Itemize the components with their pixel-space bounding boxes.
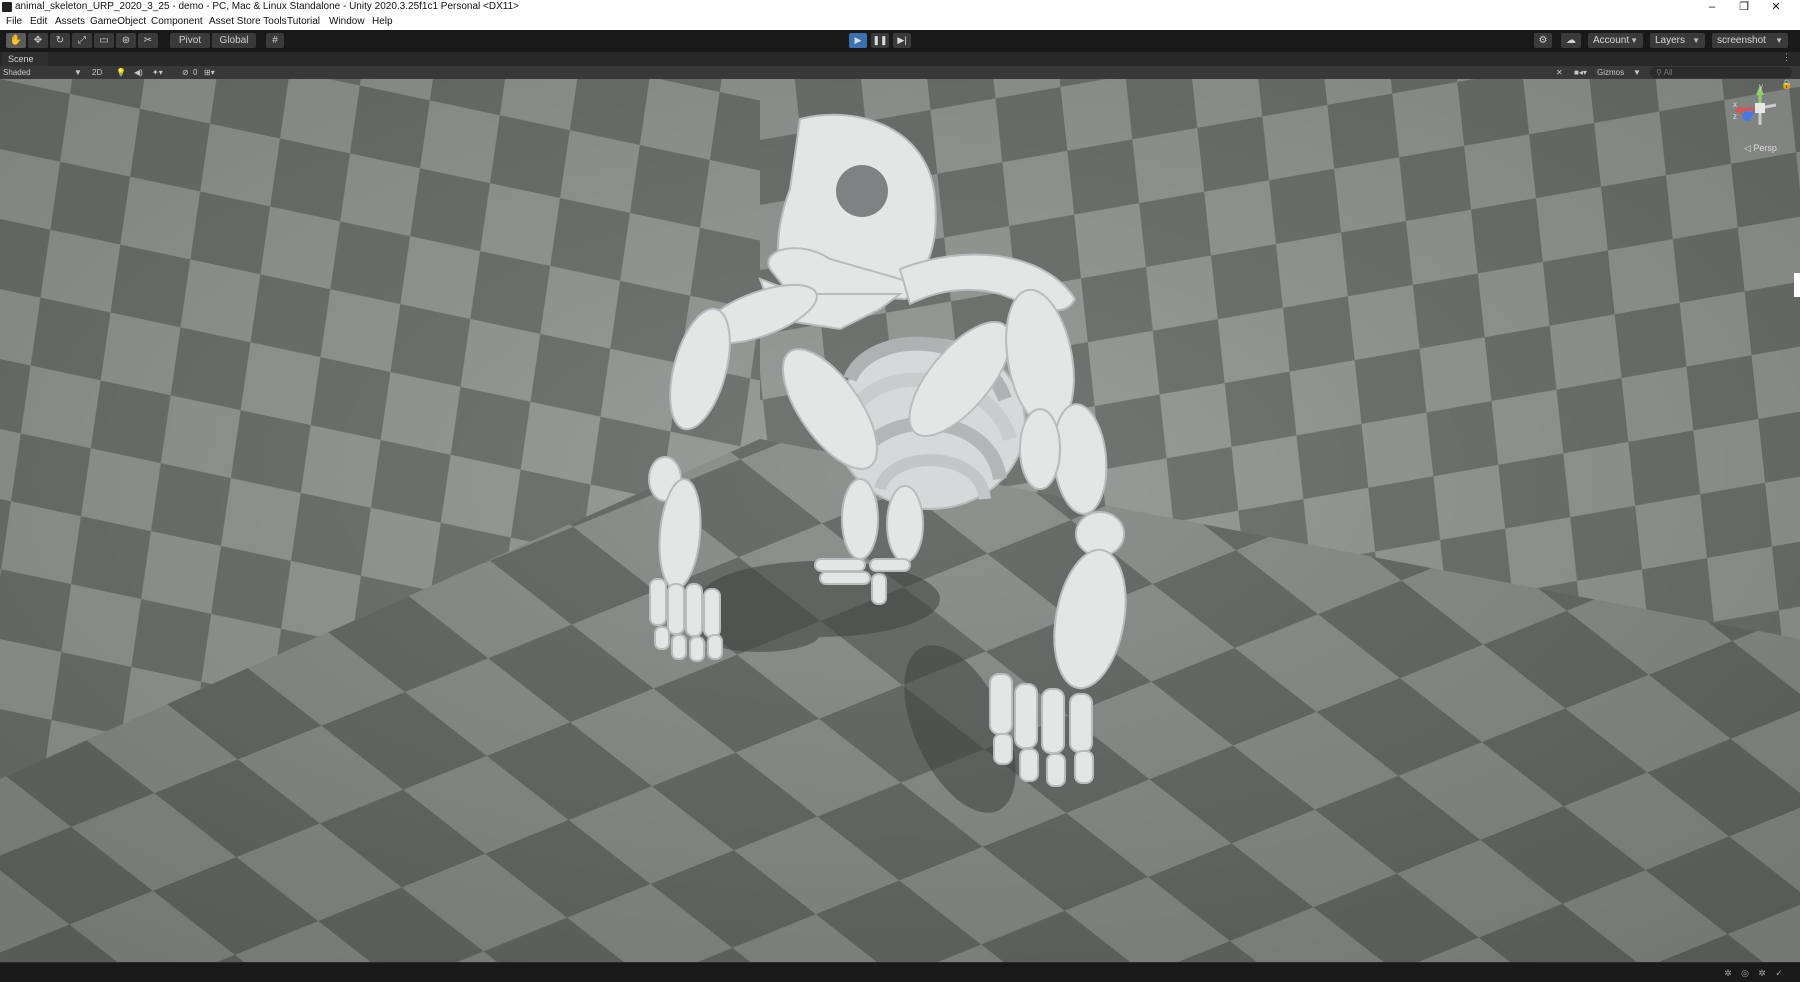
menu-tutorial[interactable]: Tutorial [287,16,320,27]
scene-tab-label: Scene [8,54,34,64]
menu-bar: File Edit Assets GameObject Component As… [0,15,1800,30]
tab-options-icon[interactable]: ⋮ [1782,52,1791,63]
layout-label: screenshot [1717,35,1766,46]
hidden-count: 0 [193,68,198,77]
tab-scene[interactable]: Scene [2,52,48,66]
menu-edit[interactable]: Edit [30,16,47,27]
transform-tool-icon: ⊛ [121,35,131,46]
cloud-icon: ☁ [1566,35,1576,46]
persp-label[interactable]: ◁ Persp [1744,143,1777,154]
global-toggle[interactable]: Global [212,33,256,48]
lock-icon[interactable]: 🔒 [1781,79,1792,90]
gear-icon: ⚙ [1538,35,1548,46]
shading-mode-dropdown[interactable]: Shaded [3,67,31,78]
axis-x-label: x [1733,100,1737,109]
pivot-toggle[interactable]: Pivot [170,33,210,48]
services-button[interactable]: ⚙ [1534,33,1552,48]
grid-snap-icon: # [272,35,278,46]
move-tool-button[interactable]: ✥ [28,33,48,48]
maximize-button[interactable]: ❐ [1730,0,1758,15]
rect-tool-button[interactable]: ▭ [94,33,114,48]
custom-tool-button[interactable]: ✂ [138,33,158,48]
axis-y-label: y [1759,83,1763,91]
scene-tab-row: Scene ⋮ [0,52,1800,66]
chevron-down-icon: ▼ [74,68,82,77]
move-tool-icon: ✥ [33,35,43,46]
axis-z-label: z [1733,112,1737,121]
search-placeholder: All [1663,68,1673,77]
hand-tool-icon: ✋ [9,35,23,46]
menu-gameobject[interactable]: GameObject [90,16,146,27]
menu-asset-store-tools[interactable]: Asset Store Tools [209,16,287,27]
collab-button[interactable]: ☁ [1561,33,1581,48]
menu-window[interactable]: Window [329,16,365,27]
layout-dropdown[interactable]: screenshot ▼ [1712,33,1788,48]
scene-viewport[interactable]: y x z 🔒 ◁ Persp [0,79,1800,962]
menu-help[interactable]: Help [372,16,393,27]
cache-icon[interactable]: ✲ [1757,968,1767,978]
unity-logo-icon [2,2,12,12]
transform-tool-button[interactable]: ⊛ [116,33,136,48]
gizmos-dropdown[interactable]: Gizmos [1597,67,1624,78]
camera-settings-icon[interactable]: ■◂▾ [1574,67,1587,78]
tools-icon[interactable]: ✕ [1556,67,1563,78]
step-button[interactable]: ▶| [893,33,911,48]
effects-toggle-icon[interactable]: ✦▾ [152,67,163,78]
2d-toggle[interactable]: 2D [92,67,102,78]
hidden-objects-icon[interactable]: ⊘ [182,67,189,78]
pause-button[interactable]: ❚❚ [871,33,889,48]
grid-snap-button[interactable]: # [266,33,284,48]
checkmark-icon[interactable]: ✓ [1774,968,1784,978]
menu-assets[interactable]: Assets [55,16,85,27]
menu-component[interactable]: Component [151,16,203,27]
menu-file[interactable]: File [6,16,22,27]
window-title: animal_skeleton_URP_2020_3_25 - demo - P… [15,1,520,12]
account-label: Account [1593,35,1630,46]
global-label: Global [219,35,249,46]
play-button[interactable]: ▶ [849,33,867,48]
rect-tool-icon: ▭ [99,35,109,46]
scene-search-input[interactable]: ⚲ All [1650,67,1792,78]
close-button[interactable]: ✕ [1762,0,1790,15]
scale-tool-button[interactable]: ⤢ [72,33,92,48]
rotate-tool-icon: ↻ [55,35,65,46]
scene-toolbar: Shaded ▼ 2D 💡 ◀) ✦▾ ⊘ 0 ⊞▾ ✕ ■◂▾ Gizmos … [0,66,1800,79]
scene-render [0,79,1800,962]
chevron-down-icon: ▼ [1775,36,1783,45]
scale-tool-icon: ⤢ [78,35,86,46]
pause-icon: ❚❚ [872,35,888,45]
lighting-toggle-icon[interactable]: 💡 [116,67,126,78]
account-dropdown[interactable]: Account ▼ [1588,33,1643,48]
hand-tool-button[interactable]: ✋ [6,33,26,48]
chevron-down-icon: ▼ [1630,36,1638,45]
step-icon: ▶| [897,35,907,45]
rotate-tool-button[interactable]: ↻ [50,33,70,48]
window-resize-edge [1794,273,1800,297]
window-title-bar: animal_skeleton_URP_2020_3_25 - demo - P… [0,0,1800,15]
layers-dropdown[interactable]: Layers ▼ [1650,33,1705,48]
chevron-down-icon: ▼ [1633,68,1641,77]
chevron-down-icon: ▼ [1692,36,1700,45]
scene-camera-icon[interactable]: ⊞▾ [204,67,215,78]
custom-tool-icon: ✂ [143,35,153,46]
layers-label: Layers [1655,35,1686,46]
lighting-build-icon[interactable]: ◎ [1740,968,1750,978]
minimize-button[interactable]: – [1698,0,1726,15]
status-bar: ✲ ◎ ✲ ✓ [0,962,1800,982]
search-icon: ⚲ [1656,68,1664,77]
bug-icon[interactable]: ✲ [1723,968,1733,978]
main-toolbar: ✋ ✥ ↻ ⤢ ▭ ⊛ ✂ Pivot Global # ▶ ❚❚ ▶| ⚙ ☁… [0,30,1800,52]
audio-toggle-icon[interactable]: ◀) [134,67,143,78]
pivot-label: Pivot [178,35,202,46]
play-icon: ▶ [854,35,862,45]
